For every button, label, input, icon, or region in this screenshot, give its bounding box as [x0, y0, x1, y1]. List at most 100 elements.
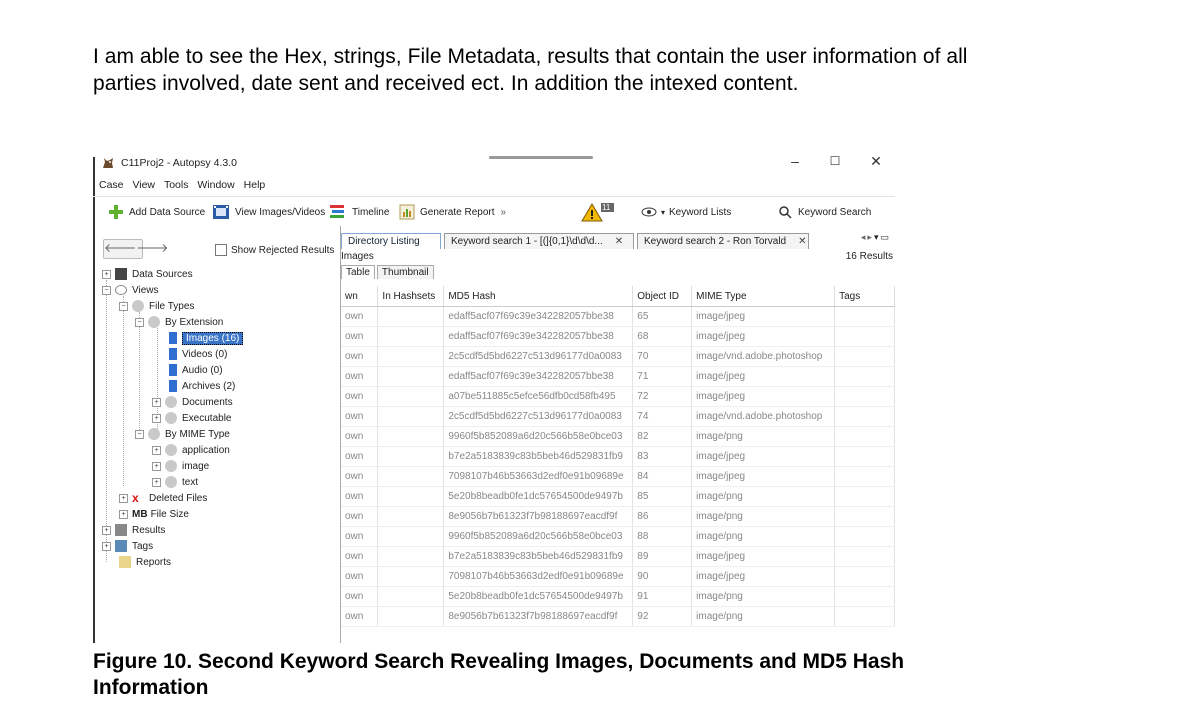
tree-node-documents[interactable]: + Documents: [152, 394, 233, 410]
expand-icon[interactable]: +: [152, 445, 161, 455]
tree-node-videos[interactable]: Videos (0): [169, 346, 227, 362]
cell-owner: own: [341, 386, 379, 407]
tree-node-by-mime-type[interactable]: − By MIME Type: [135, 426, 230, 442]
forward-arrow-icon[interactable]: 🡒: [136, 240, 168, 258]
table-row[interactable]: own edaff5acf07f69c39e342282057bbe38 71 ima…: [341, 366, 895, 387]
collapse-icon[interactable]: −: [135, 317, 144, 327]
column-header-mime-type[interactable]: MIME Type: [691, 286, 836, 307]
tree-node-tags[interactable]: + Tags: [102, 538, 153, 554]
close-tab-icon[interactable]: ✕: [615, 234, 623, 249]
tree-node-images[interactable]: Images (16): [169, 330, 244, 346]
tree-label: Data Sources: [132, 268, 193, 280]
table-row[interactable]: own 5e20b8beadb0fe1dc57654500de9497b 85 ima…: [341, 486, 895, 507]
table-row[interactable]: own b7e2a5183839c83b5beb46d529831fb9 83 ima…: [341, 446, 895, 467]
tree-label: Reports: [136, 556, 172, 568]
tree-node-deleted-files[interactable]: + x Deleted Files: [119, 490, 207, 506]
tab-keyword-search-1[interactable]: Keyword search 1 - [(]{0,1}\d\d\d... ✕: [444, 233, 634, 249]
tree-node-results[interactable]: + Results: [102, 522, 165, 538]
column-header-owner[interactable]: wn: [341, 286, 379, 307]
maximize-pane-icon[interactable]: ▭: [880, 232, 891, 242]
table-row[interactable]: own edaff5acf07f69c39e342282057bbe38 65 ima…: [341, 306, 895, 327]
tab-directory-listing[interactable]: Directory Listing: [341, 233, 441, 249]
subtab-table[interactable]: Table: [341, 265, 375, 279]
tree-node-audio[interactable]: Audio (0): [169, 362, 223, 378]
tree-node-executable[interactable]: + Executable: [152, 410, 231, 426]
expand-icon[interactable]: +: [119, 509, 128, 519]
alert-button[interactable]: 11: [581, 203, 619, 222]
table-row[interactable]: own 8e9056b7b61323f7b98188697eacdf9f 86 ima…: [341, 506, 895, 527]
keyword-search-button[interactable]: Keyword Search: [778, 203, 871, 221]
tab-label: Keyword search 2 - Ron Torvald: [644, 236, 787, 247]
tree-node-reports[interactable]: Reports: [119, 554, 171, 570]
table-row[interactable]: own 9960f5b852089a6d20c566b58e0bce03 82 ima…: [341, 426, 895, 447]
column-header-in-hashsets[interactable]: In Hashsets: [377, 286, 445, 307]
keyword-lists-label: Keyword Lists: [669, 206, 732, 218]
column-header-md5-hash[interactable]: MD5 Hash: [443, 286, 634, 307]
table-row[interactable]: own 7098107b46b53663d2edf0e91b09689e 84 ima…: [341, 466, 895, 487]
table-row[interactable]: own b7e2a5183839c83b5beb46d529831fb9 89 ima…: [341, 546, 895, 567]
expand-icon[interactable]: +: [102, 525, 111, 535]
tree-node-by-extension[interactable]: − By Extension: [135, 314, 223, 330]
cell-object-id: 90: [632, 566, 693, 587]
expand-icon[interactable]: +: [152, 461, 161, 471]
table-row[interactable]: own 2c5cdf5d5bd6227c513d96177d0a0083 70 ima…: [341, 346, 895, 367]
menu-help[interactable]: Help: [244, 179, 266, 191]
menu-case[interactable]: Case: [99, 179, 124, 191]
generate-report-button[interactable]: Generate Report »: [398, 203, 506, 221]
cell-md5-hash: 8e9056b7b61323f7b98188697eacdf9f: [443, 506, 634, 527]
minimize-button[interactable]: –: [785, 153, 805, 169]
expand-icon[interactable]: +: [152, 413, 161, 423]
view-images-videos-button[interactable]: View Images/Videos: [211, 203, 325, 221]
menu-window[interactable]: Window: [197, 179, 234, 191]
close-button[interactable]: ✕: [866, 153, 886, 170]
maximize-button[interactable]: ☐: [825, 154, 845, 168]
collapse-icon[interactable]: −: [102, 285, 111, 295]
table-row[interactable]: own edaff5acf07f69c39e342282057bbe38 68 ima…: [341, 326, 895, 347]
add-data-source-button[interactable]: Add Data Source: [107, 203, 205, 221]
back-arrow-icon[interactable]: 🡐: [104, 240, 136, 258]
cell-tags: [834, 486, 895, 507]
expand-icon[interactable]: +: [102, 541, 111, 551]
close-tab-icon[interactable]: ✕: [798, 234, 806, 249]
collapse-icon[interactable]: −: [135, 429, 144, 439]
tree-node-data-sources[interactable]: + Data Sources: [102, 266, 193, 282]
tree-node-views[interactable]: − Views: [102, 282, 159, 298]
cell-mime-type: image/png: [691, 606, 836, 627]
menu-tools[interactable]: Tools: [164, 179, 189, 191]
table-row[interactable]: own 5e20b8beadb0fe1dc57654500de9497b 91 ima…: [341, 586, 895, 607]
tree-node-file-types[interactable]: − File Types: [119, 298, 194, 314]
table-row[interactable]: own 2c5cdf5d5bd6227c513d96177d0a0083 74 ima…: [341, 406, 895, 427]
expand-icon[interactable]: +: [102, 269, 111, 279]
collapse-icon[interactable]: −: [119, 301, 128, 311]
file-icon: [169, 332, 177, 344]
show-rejected-checkbox[interactable]: Show Rejected Results: [215, 244, 334, 256]
cell-owner: own: [341, 546, 379, 567]
table-row[interactable]: own a07be511885c5efce56dfb0cd58fb495 72 ima…: [341, 386, 895, 407]
checkbox-box[interactable]: [215, 244, 227, 256]
tree-node-application[interactable]: + application: [152, 442, 230, 458]
tree-label: Audio (0): [182, 364, 223, 376]
drag-handle[interactable]: [489, 156, 593, 159]
tree-node-text[interactable]: + text: [152, 474, 198, 490]
tab-keyword-search-2[interactable]: Keyword search 2 - Ron Torvald ✕: [637, 233, 809, 249]
table-row[interactable]: own 9960f5b852089a6d20c566b58e0bce03 88 ima…: [341, 526, 895, 547]
table-row[interactable]: own 8e9056b7b61323f7b98188697eacdf9f 92 ima…: [341, 606, 895, 627]
tree-node-image[interactable]: + image: [152, 458, 209, 474]
expand-icon[interactable]: +: [119, 493, 128, 503]
expand-icon[interactable]: +: [152, 397, 161, 407]
cell-object-id: 82: [632, 426, 693, 447]
table-row[interactable]: own 7098107b46b53663d2edf0e91b09689e 90 ima…: [341, 566, 895, 587]
cell-object-id: 88: [632, 526, 693, 547]
column-header-tags[interactable]: Tags: [834, 286, 895, 307]
subtab-thumbnail[interactable]: Thumbnail: [376, 265, 434, 279]
cell-tags: [834, 466, 895, 487]
expand-icon[interactable]: +: [152, 477, 161, 487]
cell-owner: own: [341, 326, 379, 347]
timeline-button[interactable]: Timeline: [328, 203, 389, 221]
column-header-object-id[interactable]: Object ID: [632, 286, 693, 307]
tree-node-archives[interactable]: Archives (2): [169, 378, 235, 394]
tab-scroll-controls[interactable]: ◂▸▾▭: [861, 232, 891, 243]
keyword-lists-button[interactable]: ▾ Keyword Lists: [641, 203, 731, 221]
tree-node-file-size[interactable]: + MB File Size: [119, 506, 189, 522]
menu-view[interactable]: View: [132, 179, 155, 191]
